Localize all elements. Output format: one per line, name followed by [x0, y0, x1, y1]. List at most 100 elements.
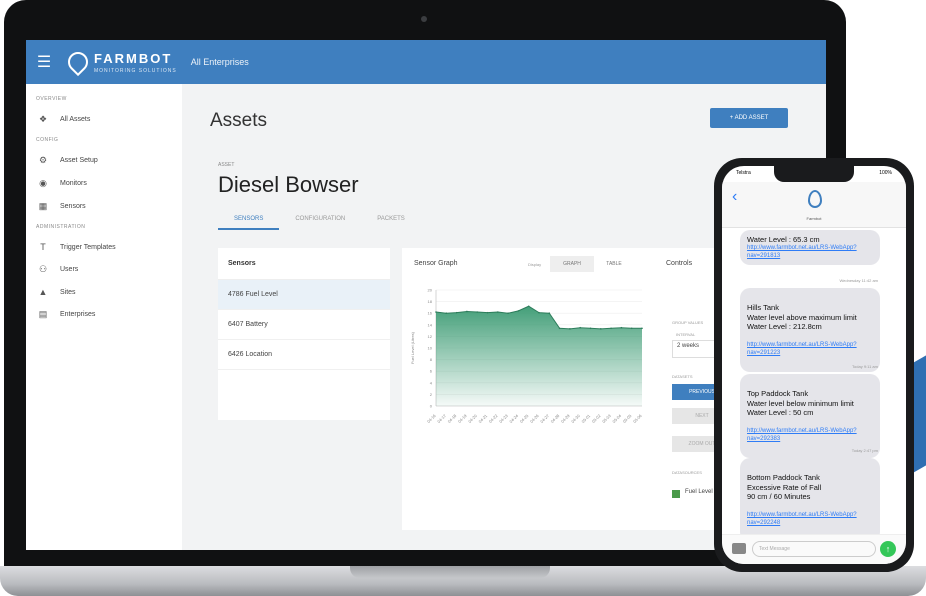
message-bubble[interactable]: Hills Tank Water level above maximum lim… — [740, 288, 880, 373]
org-selector[interactable]: All Enterprises — [191, 57, 249, 67]
sensor-row-fuel-level[interactable]: 4786 Fuel Level — [218, 280, 390, 310]
page-title: Assets — [210, 110, 268, 131]
brand-subtitle: MONITORING SOLUTIONS — [94, 68, 177, 74]
y-tick-label: 16 — [428, 311, 433, 316]
x-tick-label: 04-25 — [519, 413, 530, 424]
series-area — [436, 306, 642, 406]
x-tick-label: 04-26 — [529, 413, 540, 424]
tab-packets[interactable]: PACKETS — [361, 210, 421, 230]
x-tick-label: 04-20 — [467, 413, 478, 424]
data-point — [630, 327, 633, 330]
message-bubble[interactable]: Water Level : 65.3 cm http://www.farmbot… — [740, 230, 880, 266]
x-tick-label: 04-17 — [436, 413, 447, 424]
menu-icon[interactable]: ☰ — [26, 52, 62, 72]
data-point — [435, 311, 437, 313]
camera-icon[interactable] — [732, 543, 746, 554]
sidebar-section-config: CONFIG — [36, 137, 59, 143]
phone-notch — [774, 166, 854, 182]
sidebar-item-label: Users — [60, 266, 79, 273]
laptop-screen: ☰ FARMBOT MONITORING SOLUTIONS All Enter… — [26, 40, 826, 550]
x-tick-label: 04-27 — [539, 413, 550, 424]
fuel-level-checkbox[interactable] — [672, 490, 680, 498]
graph-toggle-button[interactable]: GRAPH — [550, 256, 594, 272]
monitor-icon: ◉ — [39, 178, 47, 188]
y-tick-label: 14 — [428, 322, 433, 327]
message-timestamp: Today 9:11 am — [852, 364, 878, 369]
x-tick-label: 05-01 — [580, 413, 591, 424]
data-point — [455, 311, 458, 314]
x-tick-label: 04-22 — [488, 413, 499, 424]
brand: FARMBOT MONITORING SOLUTIONS — [94, 50, 177, 74]
sidebar-item-enterprises[interactable]: ▤ Enterprises — [26, 303, 182, 326]
x-tick-label: 04-19 — [457, 413, 468, 424]
sidebar-item-label: Asset Setup — [60, 157, 98, 164]
sensor-row-location[interactable]: 6426 Location — [218, 340, 390, 370]
asset-tabs: SENSORS CONFIGURATION PACKETS — [218, 210, 421, 230]
data-point — [527, 305, 530, 308]
tab-configuration[interactable]: CONFIGURATION — [279, 210, 361, 230]
x-tick-label: 04-16 — [426, 413, 437, 424]
sidebar-item-monitors[interactable]: ◉ Monitors — [26, 172, 182, 195]
sidebar-item-all-assets[interactable]: ❖ All Assets — [26, 108, 182, 131]
asset-label: Asset — [218, 162, 235, 168]
tab-sensors[interactable]: SENSORS — [218, 210, 280, 230]
add-asset-button[interactable]: + ADD ASSET — [710, 108, 788, 128]
message-bubble[interactable]: Top Paddock Tank Water level below minim… — [740, 374, 880, 459]
y-tick-label: 8 — [430, 357, 433, 362]
data-point — [486, 311, 489, 314]
sidebar-item-label: Enterprises — [60, 311, 96, 318]
x-tick-label: 05-06 — [632, 413, 643, 424]
y-tick-label: 18 — [428, 299, 433, 304]
y-tick-label: 4 — [430, 380, 433, 385]
data-point — [579, 326, 581, 329]
phone-screen: Telstra 100% ‹ Farmbot Water Level : 65.… — [722, 166, 906, 564]
arrow-up-icon[interactable]: ↑ — [880, 541, 896, 557]
phone: Telstra 100% ‹ Farmbot Water Level : 65.… — [714, 158, 914, 572]
sidebar-item-label: Sensors — [60, 203, 86, 210]
display-label: Display — [528, 262, 542, 267]
data-point — [620, 326, 623, 329]
message-input-bar: Text Message ↑ — [722, 534, 906, 564]
sidebar-item-sites[interactable]: ▲ Sites — [26, 281, 182, 303]
data-point — [497, 311, 499, 313]
group-values-label: Group values — [672, 320, 704, 325]
x-tick-label: 04-18 — [447, 413, 458, 424]
x-tick-label: 04-30 — [570, 413, 581, 424]
x-tick-label: 05-03 — [601, 413, 612, 424]
pin-icon: ▲ — [38, 287, 48, 297]
data-point — [445, 312, 448, 314]
data-point — [558, 327, 561, 330]
gear-icon: ⚙ — [38, 155, 48, 165]
table-toggle-button[interactable]: TABLE — [596, 256, 632, 272]
data-point — [600, 328, 602, 330]
message-link[interactable]: http://www.farmbot.net.au/LRS-WebApp?nav… — [747, 245, 873, 261]
message-bubble[interactable]: Bottom Paddock Tank Excessive Rate of Fa… — [740, 458, 880, 543]
message-text: Water Level : 65.3 cm — [747, 235, 820, 244]
farmbot-avatar-icon[interactable] — [808, 190, 822, 208]
sidebar-item-label: Trigger Templates — [60, 243, 116, 251]
sensor-row-battery[interactable]: 6407 Battery — [218, 310, 390, 340]
sidebar-item-trigger-templates[interactable]: T Trigger Templates — [26, 236, 182, 258]
data-point — [610, 327, 612, 330]
message-link[interactable]: http://www.farmbot.net.au/LRS-WebApp?nav… — [747, 428, 873, 444]
message-link[interactable]: http://www.farmbot.net.au/LRS-WebApp?nav… — [747, 512, 873, 528]
sidebar-item-users[interactable]: ⚇ Users — [26, 258, 182, 281]
back-icon[interactable]: ‹ — [732, 188, 737, 206]
message-timestamp: Today 2:47 pm — [851, 448, 878, 453]
sidebar-item-asset-setup[interactable]: ⚙ Asset Setup — [26, 149, 182, 172]
battery-level: 100% — [879, 170, 892, 176]
data-point — [641, 327, 643, 330]
sidebar: OVERVIEW ❖ All Assets CONFIG ⚙ Asset Set… — [26, 84, 182, 550]
y-tick-label: 20 — [428, 288, 433, 293]
message-link[interactable]: http://www.farmbot.net.au/LRS-WebApp?nav… — [747, 342, 873, 358]
contact-name: Farmbot — [806, 216, 822, 221]
message-timestamp: Wednesday 11:42 am — [839, 278, 878, 283]
y-tick-label: 6 — [430, 369, 433, 374]
compass-icon: ❖ — [38, 114, 48, 124]
building-icon: ▤ — [38, 309, 48, 319]
fuel-level-chart: 0246810121416182004-16 04-17 04-18 04-19 04-… — [410, 288, 643, 424]
brand-name: FARMBOT — [94, 51, 173, 66]
y-tick-label: 2 — [430, 392, 433, 397]
message-input[interactable]: Text Message — [752, 541, 876, 557]
sidebar-item-sensors[interactable]: ▦ Sensors — [26, 195, 182, 218]
